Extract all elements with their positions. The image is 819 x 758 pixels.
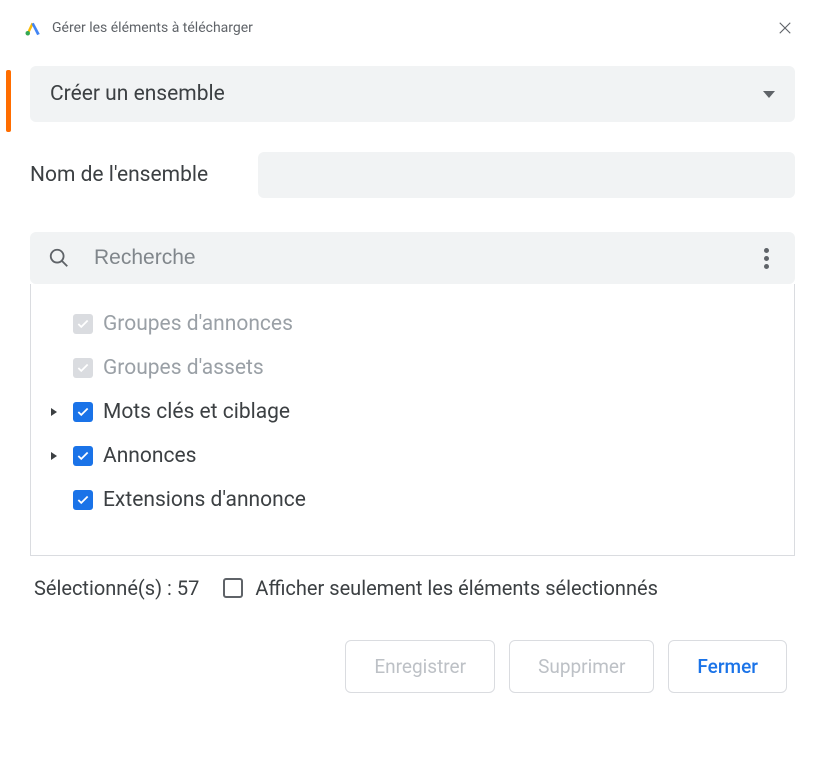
checkbox xyxy=(73,358,93,378)
more-vert-icon[interactable] xyxy=(755,247,777,269)
set-name-input[interactable] xyxy=(258,152,795,198)
download-manager-dialog: Gérer les éléments à télécharger Créer u… xyxy=(0,0,819,758)
show-only-selected-toggle[interactable]: Afficher seulement les éléments sélectio… xyxy=(223,576,658,600)
tree-item-keywords-targeting[interactable]: Mots clés et ciblage xyxy=(31,390,794,434)
search-icon xyxy=(48,247,70,269)
selected-count: Sélectionné(s) : 57 xyxy=(34,576,199,600)
google-ads-logo-icon xyxy=(24,19,42,37)
checkbox-empty[interactable] xyxy=(223,578,243,598)
checkbox[interactable] xyxy=(73,446,93,466)
footer-row: Sélectionné(s) : 57 Afficher seulement l… xyxy=(34,576,795,600)
header-left: Gérer les éléments à télécharger xyxy=(24,19,253,37)
tree-container: Groupes d'annonces Groupes d'assets Mots… xyxy=(30,284,795,556)
checkbox xyxy=(73,314,93,334)
save-button[interactable]: Enregistrer xyxy=(345,640,495,693)
checkbox[interactable] xyxy=(73,490,93,510)
name-field-label: Nom de l'ensemble xyxy=(30,163,208,187)
dialog-title: Gérer les éléments à télécharger xyxy=(52,20,253,36)
accent-indicator xyxy=(6,70,11,132)
tree-item-ad-extensions[interactable]: Extensions d'annonce xyxy=(31,478,794,522)
dropdown-label: Créer un ensemble xyxy=(50,82,225,106)
set-selector-dropdown[interactable]: Créer un ensemble xyxy=(30,66,795,122)
tree-item-label: Extensions d'annonce xyxy=(103,488,306,512)
show-only-selected-label: Afficher seulement les éléments sélectio… xyxy=(255,576,658,600)
tree-item-label: Mots clés et ciblage xyxy=(103,400,290,424)
name-field-row: Nom de l'ensemble xyxy=(30,152,795,198)
tree-item-ads[interactable]: Annonces xyxy=(31,434,794,478)
tree-item-label: Groupes d'annonces xyxy=(103,312,293,336)
search-bar xyxy=(30,232,795,284)
tree-scroll[interactable]: Groupes d'annonces Groupes d'assets Mots… xyxy=(31,284,794,555)
tree-item-label: Annonces xyxy=(103,444,196,468)
tree-item-asset-groups[interactable]: Groupes d'assets xyxy=(31,346,794,390)
checkbox[interactable] xyxy=(73,402,93,422)
expand-arrow-icon[interactable] xyxy=(45,403,63,421)
dialog-header: Gérer les éléments à télécharger xyxy=(24,18,795,38)
close-button[interactable]: Fermer xyxy=(668,640,787,693)
search-input[interactable] xyxy=(94,246,731,270)
delete-button[interactable]: Supprimer xyxy=(509,640,654,693)
expand-arrow-icon[interactable] xyxy=(45,447,63,465)
button-row: Enregistrer Supprimer Fermer xyxy=(24,640,787,693)
tree-item-label: Groupes d'assets xyxy=(103,356,264,380)
close-icon[interactable] xyxy=(775,18,795,38)
tree-item-ad-groups[interactable]: Groupes d'annonces xyxy=(31,302,794,346)
chevron-down-icon xyxy=(763,91,775,98)
